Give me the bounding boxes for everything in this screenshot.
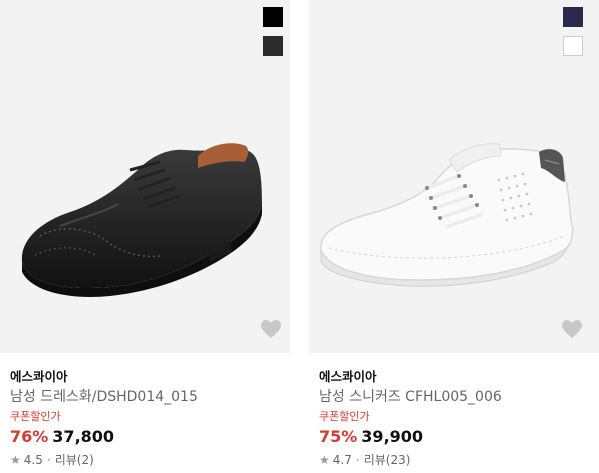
coupon-label: 쿠폰할인가 xyxy=(319,410,370,423)
price-line: 75% 39,900 xyxy=(319,427,423,446)
product-card[interactable]: 에스콰이아 남성 스니커즈 CFHL005_006 쿠폰할인가 75% 39,90… xyxy=(309,0,599,473)
coupon-label: 쿠폰할인가 xyxy=(10,410,61,423)
heart-icon[interactable] xyxy=(561,319,583,339)
product-name[interactable]: 남성 드레스화/DSHD014_015 xyxy=(10,386,198,406)
color-swatch-black[interactable] xyxy=(263,7,283,27)
sneaker-image xyxy=(320,143,574,287)
rating-row: ★ 4.7 · 리뷰(23) xyxy=(319,451,410,468)
product-image[interactable] xyxy=(0,0,290,353)
rating-value: 4.7 xyxy=(332,452,352,467)
color-swatch-dark-gray[interactable] xyxy=(263,36,283,56)
dress-shoe-image xyxy=(21,143,262,297)
rating-value: 4.5 xyxy=(23,452,43,467)
product-card[interactable]: 에스콰이아 남성 드레스화/DSHD014_015 쿠폰할인가 76% 37,80… xyxy=(0,0,290,473)
product-name[interactable]: 남성 스니커즈 CFHL005_006 xyxy=(319,386,502,406)
heart-icon[interactable] xyxy=(260,319,282,339)
separator: · xyxy=(46,452,51,467)
separator: · xyxy=(355,452,360,467)
brand-name[interactable]: 에스콰이아 xyxy=(319,366,377,385)
color-swatch-navy[interactable] xyxy=(563,7,583,27)
review-count[interactable]: 리뷰(2) xyxy=(55,451,94,468)
color-swatch-white[interactable] xyxy=(563,36,583,56)
price-line: 76% 37,800 xyxy=(10,427,114,446)
discount-rate: 76% xyxy=(10,427,49,446)
sale-price: 39,900 xyxy=(361,427,424,446)
product-image[interactable] xyxy=(309,0,599,353)
discount-rate: 75% xyxy=(319,427,358,446)
sale-price: 37,800 xyxy=(52,427,115,446)
brand-name[interactable]: 에스콰이아 xyxy=(10,366,68,385)
rating-row: ★ 4.5 · 리뷰(2) xyxy=(10,451,94,468)
review-count[interactable]: 리뷰(23) xyxy=(364,451,411,468)
star-icon: ★ xyxy=(10,452,21,467)
star-icon: ★ xyxy=(319,452,330,467)
